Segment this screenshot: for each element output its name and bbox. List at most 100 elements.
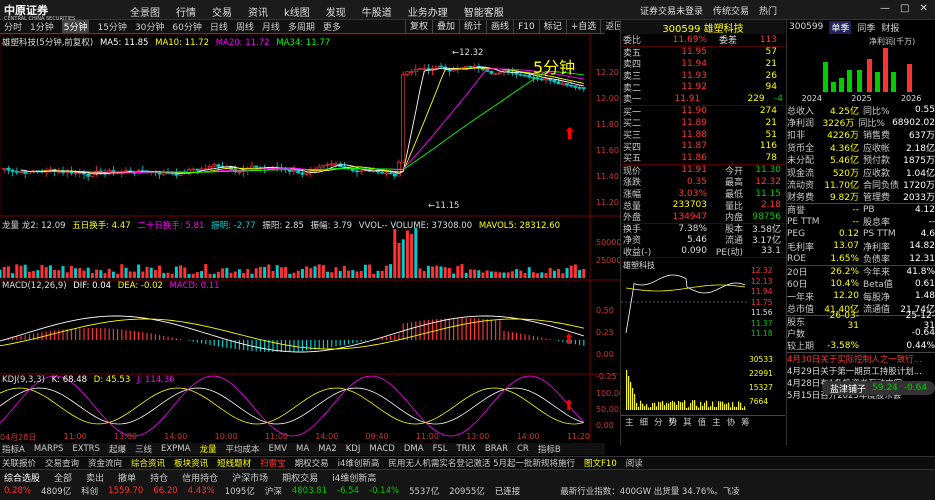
adjust-button[interactable]: 复权 <box>405 20 432 34</box>
indicator-tab[interactable]: 龙量 <box>199 443 216 455</box>
overlay-button[interactable]: 叠加 <box>432 20 459 34</box>
menu-item-news[interactable]: 资讯 <box>248 4 268 19</box>
tab-more[interactable]: 更多 <box>323 20 341 33</box>
mini-vol-bar <box>644 406 646 411</box>
volume-bar <box>447 268 451 278</box>
mini-vol-bar <box>676 405 678 411</box>
info-tab[interactable]: 板块资讯 <box>174 457 208 469</box>
volume-bar <box>53 269 57 278</box>
tab-multi[interactable]: 多周期 <box>288 20 315 33</box>
volume-bar <box>107 268 111 278</box>
indicator-tab[interactable]: BRAR <box>485 444 508 454</box>
tab-5min[interactable]: 5分钟 <box>61 20 90 33</box>
draw-button[interactable]: 画线 <box>486 20 513 34</box>
info-tab[interactable]: 短线题材 <box>217 457 251 469</box>
indicator-tabs: 指标A MARPS EXTRS 起爆 三线 EXPMA 龙量 平均成本 EMV … <box>0 443 605 455</box>
hot-link[interactable]: 热门 <box>759 4 777 17</box>
mini-vol-bar <box>720 401 722 411</box>
tab-60min[interactable]: 60分钟 <box>172 20 201 33</box>
tab-daily[interactable]: 日线 <box>210 20 228 33</box>
indicator-tab[interactable]: 起爆 <box>109 443 126 455</box>
candle-body <box>409 71 414 74</box>
volume-bar <box>263 267 267 278</box>
menu-item-business[interactable]: 业务办理 <box>408 4 448 19</box>
mini-vol-bar <box>732 402 734 411</box>
info-tab[interactable]: i4维创新高 <box>338 457 380 469</box>
volume-bar <box>296 270 300 278</box>
mini-intraday-chart[interactable]: 雄塑科技 12.32 12.13 11.94 11.75 11.56 11.37 11.18… <box>621 257 785 415</box>
indicator-tab[interactable]: TRIX <box>456 444 475 454</box>
candle-body <box>48 168 53 171</box>
volume-bar <box>506 272 510 278</box>
info-tab[interactable]: 资金流向 <box>88 457 122 469</box>
indicator-tab[interactable]: 三线 <box>135 443 152 455</box>
menu-item-quotes[interactable]: 行情 <box>176 4 196 19</box>
login-status[interactable]: 证券交易未登录 <box>640 4 703 17</box>
info-tab[interactable]: 期权交易 <box>295 457 329 469</box>
info-tab[interactable]: 扫雷宝 <box>260 457 286 469</box>
volume-bar <box>569 265 573 278</box>
info-tab[interactable]: 阅读 <box>626 457 643 469</box>
mini-price-axis: 12.32 12.13 11.94 11.75 11.56 11.37 11.18 <box>751 266 773 339</box>
info-tab[interactable]: 综合资讯 <box>131 457 165 469</box>
f10-button[interactable]: F10 <box>513 20 539 34</box>
top-menu-bar: 中原证券 CENTRAL CHINA SECURITIES 全景图 行情 交易 资… <box>0 0 935 22</box>
minimize-icon[interactable]: — <box>880 3 890 14</box>
tab-30min[interactable]: 30分钟 <box>135 20 164 33</box>
indicator-tab[interactable]: 指标B <box>538 443 561 455</box>
mini-vol-bar <box>660 402 662 411</box>
indicator-tab[interactable]: MACD <box>369 444 394 454</box>
add-watchlist-button[interactable]: +自选 <box>565 20 601 34</box>
indicator-tab[interactable]: MA2 <box>318 444 337 454</box>
volume-bar <box>431 266 435 278</box>
indicator-tab[interactable]: 平均成本 <box>225 443 259 455</box>
indicator-tab[interactable]: EXTRS <box>72 444 100 454</box>
menu-item-overview[interactable]: 全景图 <box>130 4 160 19</box>
close-icon[interactable]: ✕ <box>919 3 927 14</box>
tab-15min[interactable]: 15分钟 <box>97 20 126 33</box>
indicator-tab[interactable]: FSL <box>433 444 448 454</box>
volume-bar <box>111 271 115 278</box>
mini-vol-bar <box>692 400 694 411</box>
indicator-tab[interactable]: EMV <box>268 444 287 454</box>
volume-bar <box>578 269 582 278</box>
volume-bar <box>300 268 304 278</box>
info-tab[interactable]: 图文F10 <box>584 457 617 469</box>
news-ticker[interactable]: 民用无人机需实名登记激活 5月起一批新规将施行 <box>388 457 575 469</box>
indicator-tab[interactable]: DMA <box>404 444 424 454</box>
kdj-line <box>0 387 584 425</box>
candle-body <box>19 171 23 173</box>
tab-monthly[interactable]: 月线 <box>262 20 280 33</box>
mini-vol-bar <box>706 400 708 411</box>
menu-item-niugudao[interactable]: 牛股道 <box>362 4 392 19</box>
maximize-icon[interactable]: □ <box>900 3 909 14</box>
volume-bar <box>573 264 577 278</box>
price-axis: 12.20 12.00 11.80 11.60 11.40 11.20 <box>596 68 619 207</box>
indicator-tab[interactable]: CR <box>517 444 529 454</box>
stats-button[interactable]: 统计 <box>459 20 486 34</box>
menu-item-service[interactable]: 智能客服 <box>464 4 504 19</box>
volume-bar <box>414 227 418 278</box>
indicator-tab[interactable]: 指标A <box>2 443 25 455</box>
info-tab[interactable]: 关联报价 <box>2 457 36 469</box>
volume-bar <box>565 267 569 278</box>
classic-trade-link[interactable]: 传统交易 <box>713 4 749 17</box>
menu-item-trade[interactable]: 交易 <box>212 4 232 19</box>
indicator-tab[interactable]: KDJ <box>346 444 361 454</box>
tab-weekly[interactable]: 周线 <box>236 20 254 33</box>
info-tab[interactable]: 交易查询 <box>45 457 79 469</box>
chart-toolbar: 复权 叠加 统计 画线 F10 标记 +自选 返回 <box>405 20 627 34</box>
indicator-tab[interactable]: MA <box>296 444 309 454</box>
mark-button[interactable]: 标记 <box>538 20 566 34</box>
indicator-tab[interactable]: MARPS <box>34 444 64 454</box>
tab-intraday[interactable]: 分时 <box>4 20 22 33</box>
volume-bar <box>116 273 120 278</box>
menu-item-kline[interactable]: k线图 <box>284 4 310 19</box>
tab-1min[interactable]: 1分钟 <box>30 20 54 33</box>
indicator-tab[interactable]: EXPMA <box>161 444 190 454</box>
mini-vol-bar <box>680 402 682 411</box>
volume-bar <box>405 230 409 278</box>
volume-bar <box>477 270 481 278</box>
menu-item-discover[interactable]: 发现 <box>326 4 346 19</box>
volume-bar <box>48 265 52 278</box>
